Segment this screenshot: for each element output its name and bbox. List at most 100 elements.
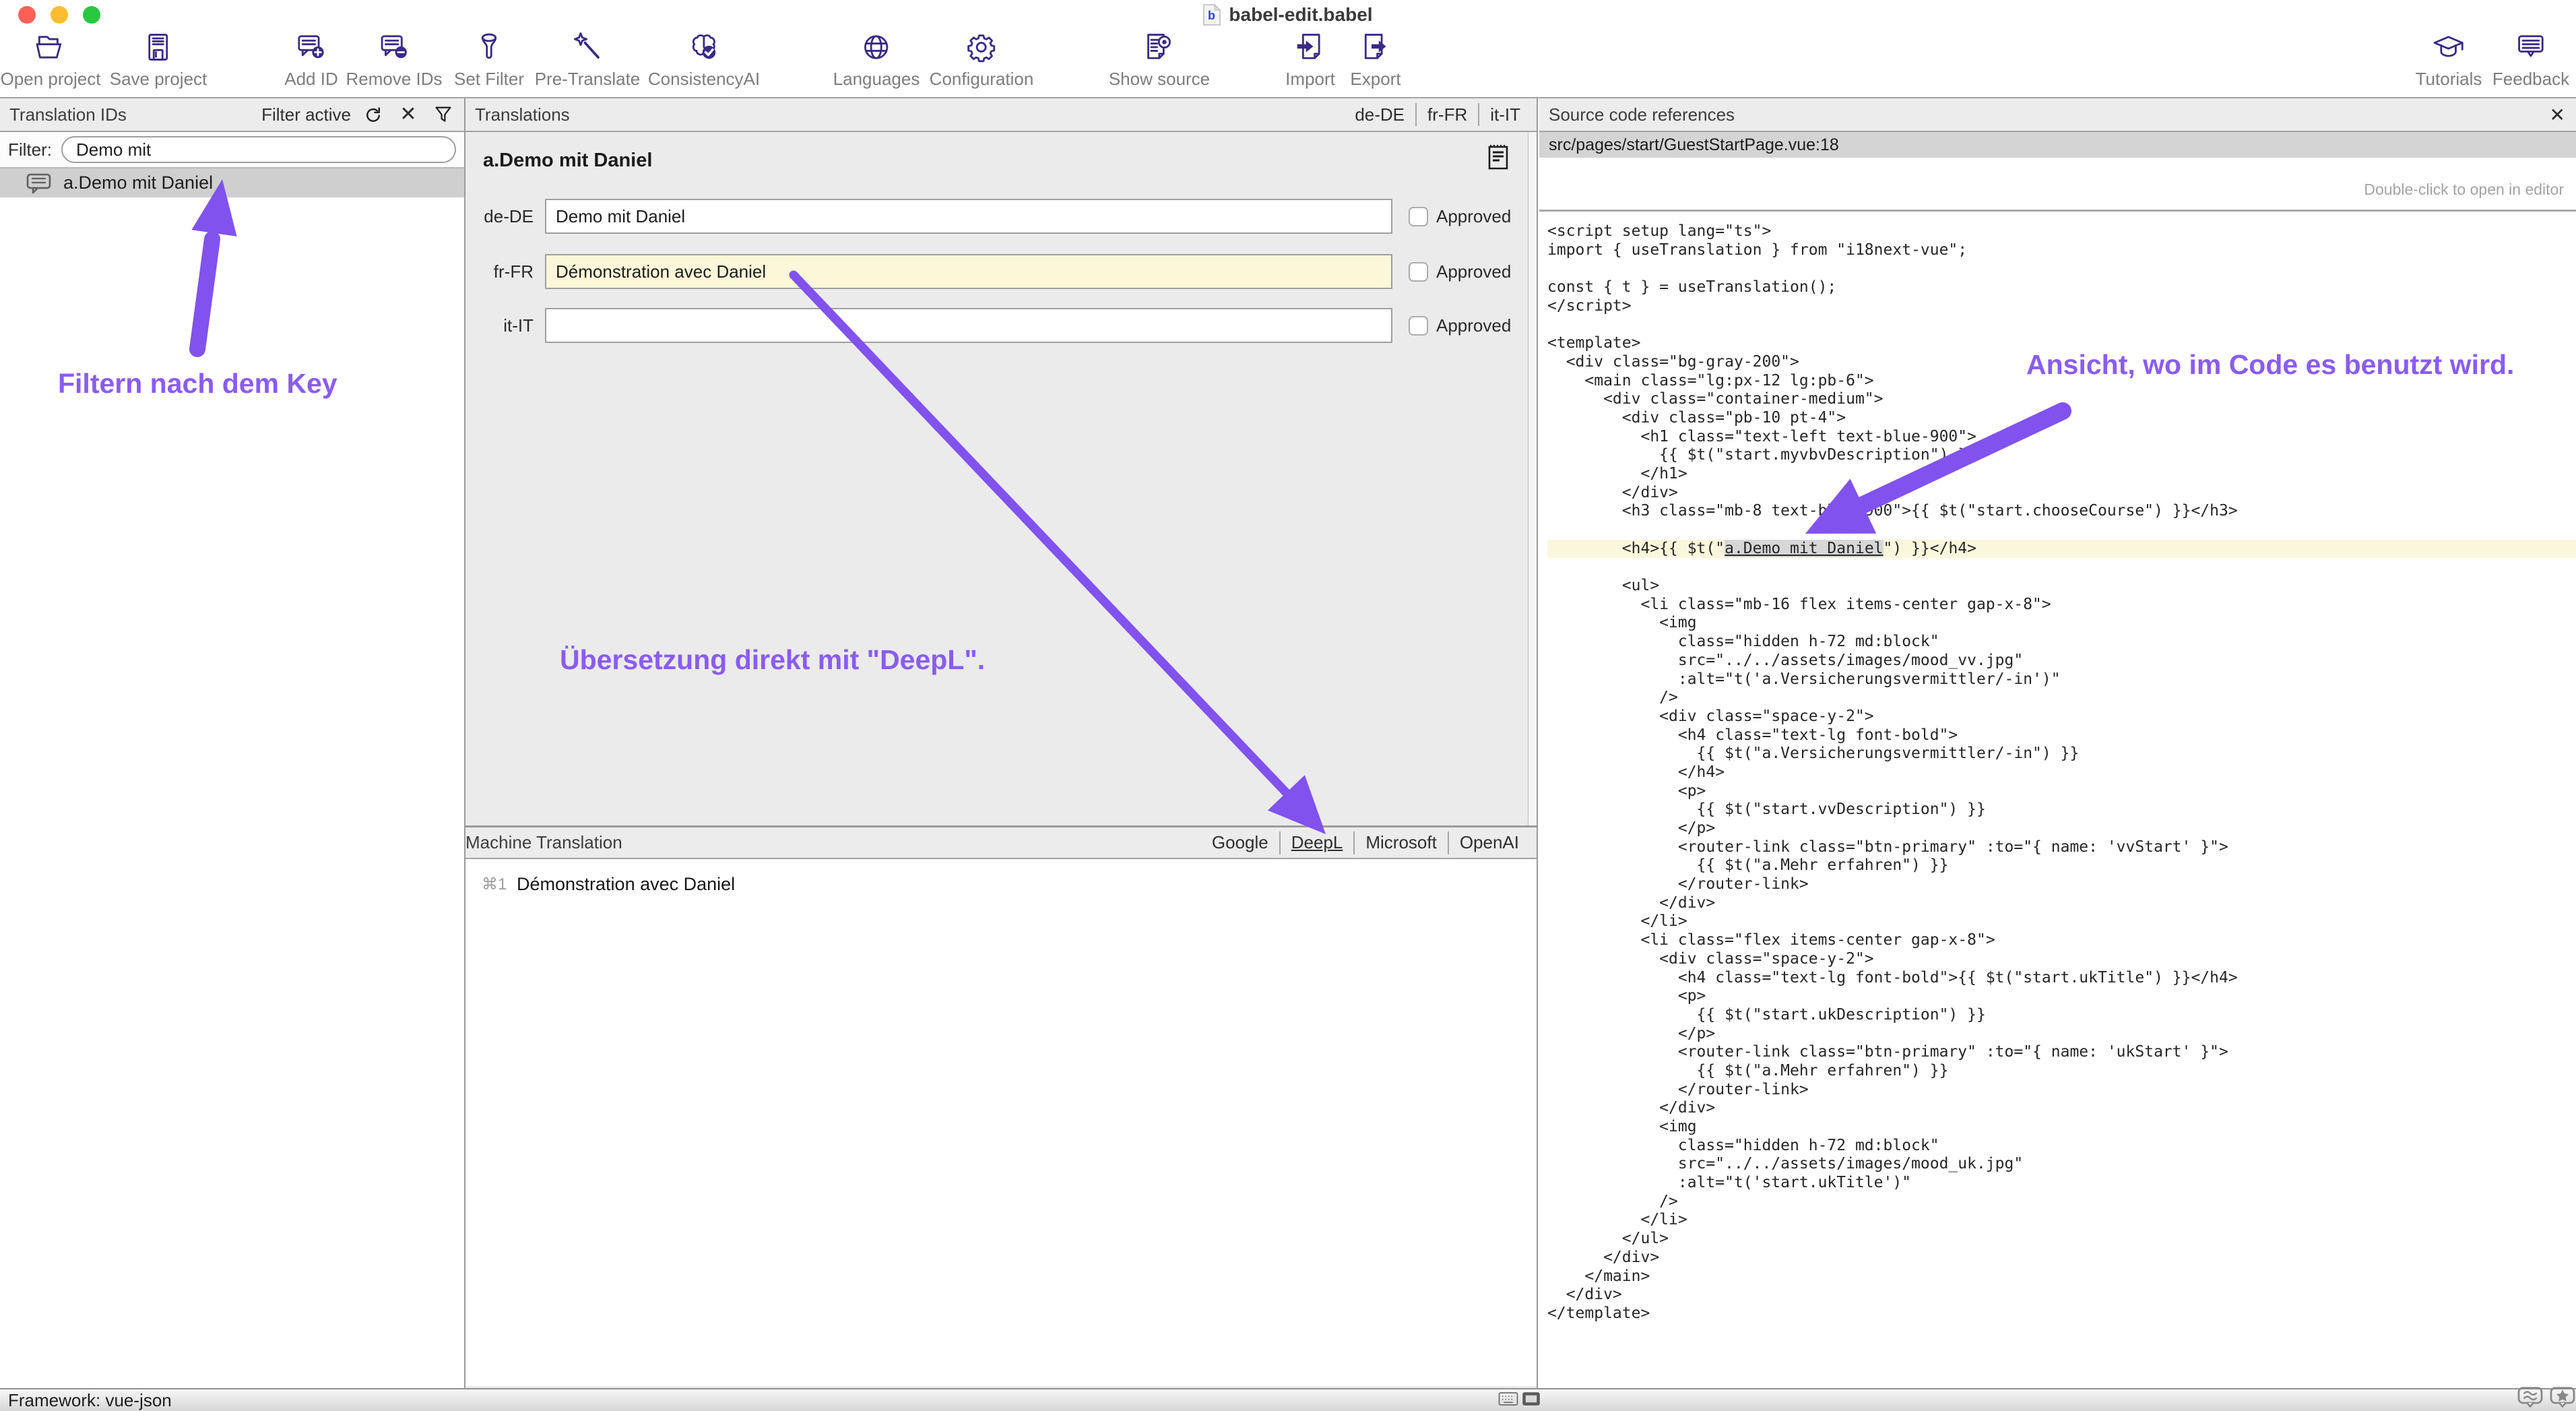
code-line: <div class="container-medium"> (1547, 390, 2576, 409)
source-panel-title: Source code references (1539, 104, 1735, 125)
code-line: </li> (1547, 912, 2576, 931)
toolbar-button-remove-ids[interactable]: Remove IDs (346, 30, 442, 90)
refresh-icon[interactable] (362, 103, 385, 126)
provider-tab-deepl[interactable]: DeepL (1281, 832, 1354, 853)
language-tab-fr-fr[interactable]: fr-FR (1417, 104, 1478, 125)
close-panel-icon[interactable]: ✕ (2550, 104, 2576, 126)
window-title-area: b babel-edit.babel (0, 1, 2576, 28)
reference-list-area: Double-click to open in editor (1539, 158, 2576, 212)
code-line: </div> (1547, 894, 2576, 913)
display-icon[interactable] (1521, 1391, 1541, 1407)
remove-ids-icon (377, 30, 412, 65)
translations-title: Translations (465, 104, 570, 125)
comment-icon[interactable] (1487, 143, 1510, 171)
tutorials-icon (2431, 30, 2466, 65)
translation-row-fr-FR: fr-FR Approved (465, 254, 1537, 289)
machine-translation-panel: Machine Translation GoogleDeepLMicrosoft… (465, 825, 1537, 1386)
code-line: src="../../assets/images/mood_vv.jpg" (1547, 652, 2576, 670)
code-line: </p> (1547, 1025, 2576, 1044)
toolbar-button-export[interactable]: Export (1350, 30, 1400, 90)
toolbar-label: Export (1350, 69, 1400, 90)
language-tab-de-de[interactable]: de-DE (1344, 104, 1415, 125)
code-line: {{ $t("start.myvbvDescription") }} (1547, 446, 2576, 465)
toolbar-button-brain[interactable]: ConsistencyAI (648, 30, 760, 90)
code-line: </router-link> (1547, 875, 2576, 894)
code-line: </li> (1547, 1211, 2576, 1230)
code-line: {{ $t("start.vvDescription") }} (1547, 801, 2576, 819)
translation-id-label: a.Demo mit Daniel (63, 173, 213, 193)
translation-key-heading: a.Demo mit Daniel (483, 150, 652, 172)
code-line: <p> (1547, 782, 2576, 801)
code-line: src="../../assets/images/mood_uk.jpg" (1547, 1155, 2576, 1174)
code-line: /> (1547, 689, 2576, 708)
code-line: class="hidden h-72 md:block" (1547, 1137, 2576, 1156)
code-line: <h3 class="mb-8 text-blue-900">{{ $t("st… (1547, 502, 2576, 521)
toolbar-label: Open project (1, 69, 101, 90)
clear-filter-icon[interactable]: ✕ (397, 103, 420, 126)
filter-icon[interactable] (432, 103, 455, 126)
code-line: class="hidden h-72 md:block" (1547, 633, 2576, 652)
provider-tab-microsoft[interactable]: Microsoft (1355, 832, 1447, 853)
keyboard-icon[interactable] (1498, 1391, 1518, 1407)
gear-icon (964, 30, 999, 65)
provider-tabs: GoogleDeepLMicrosoftOpenAI (1201, 832, 1537, 854)
toolbar-button-show-source[interactable]: Show source (1109, 30, 1210, 90)
status-bar: Framework: vue-json (0, 1388, 2576, 1411)
language-label: it-IT (465, 315, 534, 336)
code-line: {{ $t("start.ukDescription") }} (1547, 1006, 2576, 1025)
toolbar-button-globe[interactable]: Languages (833, 30, 920, 90)
code-line: <h4 class="text-lg font-bold"> (1547, 726, 2576, 745)
translation-input-it-IT[interactable] (545, 308, 1392, 343)
globe-icon (859, 30, 894, 65)
translation-input-de-DE[interactable] (545, 199, 1392, 234)
language-tab-it-it[interactable]: it-IT (1479, 104, 1531, 125)
approved-checkbox-it-IT[interactable] (1409, 316, 1428, 336)
feedback-icon (2513, 30, 2548, 65)
code-line-highlighted: <h4>{{ $t("a.Demo mit Daniel") }}</h4> (1547, 540, 2576, 559)
toolbar-button-folder-open[interactable]: Open project (1, 30, 101, 90)
toolbar-button-feedback[interactable]: Feedback (2492, 30, 2569, 90)
code-line: <li class="mb-16 flex items-center gap-x… (1547, 596, 2576, 615)
toolbar-button-save[interactable]: Save project (110, 30, 207, 90)
approved-checkbox-de-DE[interactable] (1409, 207, 1428, 226)
code-line (1547, 521, 2576, 540)
approved-checkbox-fr-FR[interactable] (1409, 262, 1428, 282)
code-line: <div class="pb-10 pt-4"> (1547, 409, 2576, 428)
save-icon (141, 30, 176, 65)
code-line: const { t } = useTranslation(); (1547, 278, 2576, 297)
toolbar-button-wand[interactable]: Pre-Translate (535, 30, 641, 90)
toolbar-button-import[interactable]: Import (1285, 30, 1335, 90)
code-line: </div> (1547, 1286, 2576, 1305)
filter-input[interactable] (61, 136, 456, 163)
translation-input-fr-FR[interactable] (545, 254, 1392, 289)
toolbar-button-add-id[interactable]: Add ID (284, 30, 338, 90)
code-line: </div> (1547, 1249, 2576, 1267)
toolbar-label: Show source (1109, 69, 1210, 90)
code-line: </router-link> (1547, 1081, 2576, 1100)
mt-suggestion-row[interactable]: ⌘1 Démonstration avec Daniel (465, 874, 735, 895)
translations-scrollbar[interactable] (1528, 132, 1537, 825)
toolbar-button-tutorials[interactable]: Tutorials (2416, 30, 2482, 90)
toolbar-label: Remove IDs (346, 69, 442, 90)
toolbar-button-gear[interactable]: Configuration (930, 30, 1034, 90)
svg-text:b: b (1208, 9, 1215, 22)
star-bubble-icon[interactable] (2549, 1386, 2576, 1409)
translation-row-de-DE: de-DE Approved (465, 199, 1537, 234)
code-line: <div class="space-y-2"> (1547, 950, 2576, 969)
provider-tab-openai[interactable]: OpenAI (1449, 832, 1530, 853)
babeledit-window: b babel-edit.babel Open project Save pro… (0, 0, 2576, 1411)
toolbar-button-filter[interactable]: Set Filter (454, 30, 524, 90)
chat-wave-icon[interactable] (2517, 1386, 2544, 1409)
code-line: </h4> (1547, 763, 2576, 782)
brain-icon (686, 30, 721, 65)
file-reference-row[interactable]: src/pages/start/GuestStartPage.vue:18 (1539, 132, 2576, 158)
approved-label: Approved (1436, 315, 1511, 336)
translation-id-item[interactable]: a.Demo mit Daniel (0, 168, 464, 197)
code-line: </p> (1547, 819, 2576, 838)
code-line: :alt="t('start.ukTitle')" (1547, 1174, 2576, 1193)
code-line: /> (1547, 1193, 2576, 1212)
code-line: <li class="flex items-center gap-x-8"> (1547, 931, 2576, 950)
provider-tab-google[interactable]: Google (1201, 832, 1279, 853)
filter-label: Filter: (8, 139, 52, 160)
code-line: <template> (1547, 334, 2576, 353)
